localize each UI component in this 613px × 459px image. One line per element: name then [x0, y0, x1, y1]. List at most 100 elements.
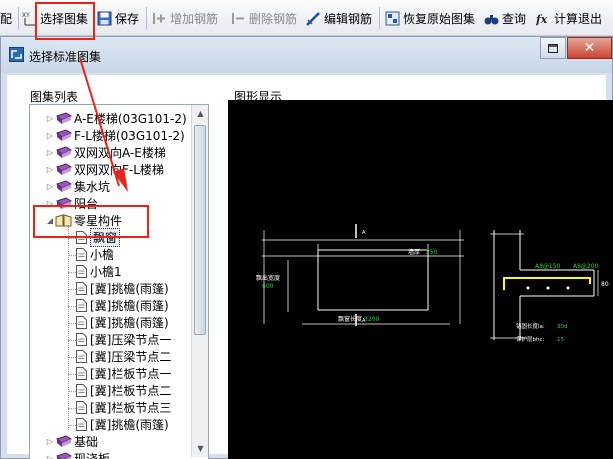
tree-group-item[interactable]: ▷ F-L楼梯(03G101-2) — [45, 127, 185, 144]
tree-item-label: 小檐1 — [90, 265, 122, 279]
tree-item-label: [冀]栏板节点二 — [90, 384, 172, 398]
tree-item-label: F-L楼梯(03G101-2) — [74, 129, 185, 143]
graphic-display-canvas: A A 墙厚 250 飘出宽度 600 飘窗长度 3200 A8@150 A8@… — [228, 100, 613, 459]
tree-child-item[interactable]: [冀]压梁节点二 — [76, 348, 171, 365]
tree-item-label: [冀]压梁节点二 — [90, 350, 172, 364]
book-icon — [55, 452, 72, 459]
tree-group-item[interactable]: ▷ 双网双向A-E楼梯 — [45, 144, 166, 161]
tree-connector — [68, 425, 76, 426]
wall-thickness-label: 墙厚 — [408, 248, 420, 256]
dialog-title: 选择标准图集 — [29, 50, 102, 64]
tree-item-label: [冀]压梁节点一 — [90, 333, 172, 347]
tree-child-item[interactable]: [冀]压梁节点一 — [76, 331, 171, 348]
atlas-list-label: 图集列表 — [29, 88, 80, 105]
expand-triangle-icon[interactable]: ▷ — [45, 131, 55, 140]
dialog-titlebar[interactable]: 选择标准图集 ✕ — [1, 37, 612, 73]
tree-group-item[interactable]: ▷ 现浇板 — [45, 450, 110, 459]
tree-item-label: [冀]挑檐(雨篷) — [90, 299, 169, 313]
svg-text:XY: XY — [22, 12, 30, 19]
close-button[interactable]: ✕ — [567, 37, 612, 59]
cover-label: 保护层bhc: — [516, 335, 545, 343]
section-marker-top: A — [362, 230, 366, 236]
expand-triangle-icon[interactable]: ▷ — [45, 114, 55, 123]
expand-triangle-icon[interactable]: ▷ — [45, 148, 55, 157]
tree-connector — [68, 357, 76, 358]
restore-original-atlas-button[interactable]: 恢复原始图集 — [385, 8, 475, 28]
tree-group-item[interactable]: ▷ A-E楼梯(03G101-2) — [45, 110, 187, 127]
tree-child-item[interactable]: [冀]栏板节点一 — [76, 365, 171, 382]
partial-config-button[interactable]: 配 — [0, 8, 12, 28]
bay-window-figure: A A 墙厚 250 飘出宽度 600 飘窗长度 3200 — [256, 224, 464, 326]
atlas-tree[interactable]: ▷ A-E楼梯(03G101-2) ▷ F-L楼梯(03G101-2) ▷ 双网双向A-E… — [29, 104, 209, 459]
tree-connector — [68, 289, 76, 290]
edit-rebar-icon — [306, 11, 320, 26]
query-button[interactable]: 查询 — [484, 8, 526, 28]
book-icon — [55, 146, 72, 158]
tree-connector — [68, 238, 76, 239]
tree-child-item[interactable]: [冀]挑檐(雨篷) — [76, 416, 169, 433]
document-icon — [76, 248, 87, 261]
tree-child-item[interactable]: 小檐1 — [76, 263, 122, 280]
tree-connector — [68, 340, 76, 341]
anchor-length-value: 30d — [557, 324, 568, 330]
tree-child-item[interactable]: [冀]栏板节点二 — [76, 382, 171, 399]
tree-item-label: 基础 — [74, 435, 99, 449]
tree-group-item[interactable]: ▷ 基础 — [45, 433, 98, 450]
close-icon: ✕ — [583, 40, 596, 56]
scroll-up-arrow[interactable]: ▲ — [192, 105, 208, 122]
document-icon — [76, 265, 87, 278]
bay-length-value: 3200 — [364, 316, 379, 323]
drawing-svg: A A 墙厚 250 飘出宽度 600 飘窗长度 3200 A8@150 A8@… — [256, 224, 609, 343]
document-icon — [76, 401, 87, 414]
document-icon — [76, 350, 87, 363]
wall-thickness-value: 250 — [426, 249, 438, 256]
tree-child-item[interactable]: [冀]挑檐(雨篷) — [76, 297, 169, 314]
tree-child-item[interactable]: 小檐 — [76, 246, 114, 263]
document-icon — [76, 316, 87, 329]
anchor-length-label: 锚固长度la: — [516, 322, 545, 330]
document-icon — [76, 418, 87, 431]
expand-triangle-icon[interactable]: ▷ — [45, 437, 55, 446]
slab-thickness-value: 80 — [601, 281, 609, 288]
tree-item-label: 双网双向F-L楼梯 — [74, 163, 164, 177]
binoculars-icon — [484, 14, 499, 24]
maximize-icon — [548, 43, 558, 53]
maximize-button[interactable] — [540, 37, 566, 59]
delete-rebar-button[interactable]: 删除钢筋 — [231, 8, 297, 28]
save-button[interactable]: 保存 — [97, 8, 139, 28]
tree-item-label: 现浇板 — [74, 452, 111, 459]
section-figure: A8@150 A8@200 80 锚固长度la: 30d 保护层bhc: 15 — [490, 230, 609, 343]
scroll-down-arrow[interactable]: ▼ — [192, 440, 208, 457]
delete-rebar-icon — [232, 12, 244, 24]
edit-rebar-button[interactable]: 编辑钢筋 — [306, 8, 372, 28]
tree-item-label: A-E楼梯(03G101-2) — [74, 112, 187, 126]
add-rebar-button[interactable]: 增加钢筋 — [152, 8, 218, 28]
tree-vertical-scrollbar[interactable]: ▲ ▼ — [191, 105, 208, 457]
calculate-exit-button[interactable]: fx 计算退出 — [536, 8, 602, 28]
tree-child-item[interactable]: [冀]挑檐(雨篷) — [76, 280, 169, 297]
book-icon — [55, 180, 72, 192]
expand-triangle-icon[interactable]: ▷ — [45, 454, 55, 459]
tree-connector — [68, 374, 76, 375]
document-icon — [76, 367, 87, 380]
scroll-thumb[interactable] — [194, 125, 206, 335]
tree-item-label: [冀]栏板节点三 — [90, 401, 172, 415]
tree-group-item[interactable]: ▷ 集水坑 — [45, 178, 110, 195]
document-icon — [76, 384, 87, 397]
book-icon — [55, 163, 72, 175]
tree-group-item[interactable]: ▷ 双网双向F-L楼梯 — [45, 161, 164, 178]
tree-connector — [68, 272, 76, 273]
tree-item-label: [冀]栏板节点一 — [90, 367, 172, 381]
add-rebar-icon — [153, 12, 165, 24]
bay-length-label: 飘窗长度 — [338, 315, 362, 323]
rebar-spec-1: A8@150 — [535, 263, 561, 270]
floppy-save-icon — [97, 11, 112, 25]
restore-atlas-icon — [385, 11, 400, 25]
book-icon — [55, 112, 72, 124]
expand-triangle-icon[interactable]: ▷ — [45, 182, 55, 191]
tree-connector — [68, 306, 76, 307]
tree-item-label: [冀]挑檐(雨篷) — [90, 282, 169, 296]
tree-child-item[interactable]: [冀]挑檐(雨篷) — [76, 314, 169, 331]
tree-child-item[interactable]: [冀]栏板节点三 — [76, 399, 171, 416]
expand-triangle-icon[interactable]: ▷ — [45, 165, 55, 174]
